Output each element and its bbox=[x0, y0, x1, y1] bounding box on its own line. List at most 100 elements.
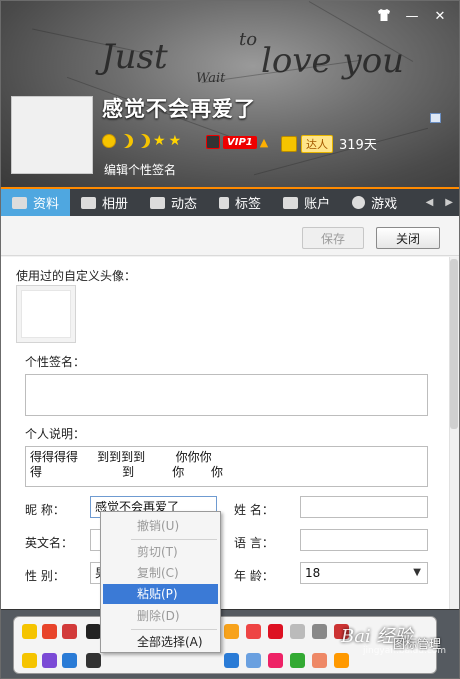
emoji-icon[interactable] bbox=[42, 624, 57, 639]
decor-word: love you bbox=[261, 41, 405, 81]
emoji-icon[interactable] bbox=[268, 653, 283, 668]
nickname-label: 昵 称： bbox=[25, 503, 65, 517]
emoji-icon[interactable] bbox=[290, 624, 305, 639]
menu-separator bbox=[131, 539, 217, 540]
close-button[interactable]: ✕ bbox=[431, 9, 449, 25]
clover-icon[interactable] bbox=[290, 653, 305, 668]
tab-label: 资料 bbox=[33, 197, 60, 212]
tab-label: 游戏 bbox=[371, 197, 398, 212]
surname-field[interactable] bbox=[300, 496, 428, 518]
close-dialog-button[interactable]: 关闭 bbox=[376, 227, 440, 249]
days-count: 319天 bbox=[339, 138, 377, 153]
tab-tags[interactable]: 标签 bbox=[208, 189, 272, 216]
sun-icon bbox=[102, 134, 116, 148]
language-field[interactable] bbox=[300, 529, 428, 551]
mail-icon[interactable] bbox=[246, 653, 261, 668]
wallet-icon bbox=[283, 196, 299, 209]
emoji-icon[interactable] bbox=[268, 624, 283, 639]
emoji-icon[interactable] bbox=[312, 653, 327, 668]
vip-label: VIP1 bbox=[223, 135, 257, 149]
emoji-icon[interactable] bbox=[246, 624, 261, 639]
photo-icon bbox=[81, 196, 97, 209]
toolbar: 保存 关闭 bbox=[1, 216, 459, 256]
edit-signature-link[interactable]: 编辑个性签名 bbox=[104, 161, 176, 178]
list-icon bbox=[150, 196, 166, 209]
menu-item-paste[interactable]: 粘贴(P) bbox=[103, 584, 218, 604]
signature-input[interactable] bbox=[25, 374, 428, 416]
emoji-icon[interactable] bbox=[62, 624, 77, 639]
desc-input[interactable]: 得得得得 到到到到 你你你 得 到 你 你 bbox=[25, 446, 428, 487]
shirt-icon[interactable] bbox=[375, 9, 393, 25]
save-button[interactable]: 保存 bbox=[302, 227, 364, 249]
used-avatar-label: 使用过的自定义头像： bbox=[16, 269, 137, 283]
profile-form: 使用过的自定义头像： 个性签名： 个人说明： 得得得得 到到到到 你你你 得 到… bbox=[1, 257, 449, 609]
level-icons: ★ ★ bbox=[102, 134, 181, 148]
emoji-icon[interactable] bbox=[42, 653, 57, 668]
bookmark-icon bbox=[219, 196, 230, 209]
small-window-icon[interactable] bbox=[430, 113, 441, 123]
emoji-icon[interactable] bbox=[224, 624, 239, 639]
signature-label: 个性签名： bbox=[25, 355, 86, 369]
tab-account[interactable]: 账户 bbox=[272, 189, 341, 216]
tab-label: 账户 bbox=[304, 197, 331, 212]
emoji-icon[interactable] bbox=[86, 624, 101, 639]
surname-label: 姓 名： bbox=[234, 503, 274, 517]
decor-word: Just bbox=[101, 37, 168, 77]
icon-manage-link[interactable]: 图标管理 bbox=[393, 635, 441, 652]
age-select[interactable]: 18 bbox=[300, 562, 428, 584]
decor-word: to bbox=[239, 29, 258, 50]
chevron-left-icon[interactable]: ◀ bbox=[426, 197, 434, 208]
bottom-icon-area: Bai 经验 jingyan.baidu.com 图标管理 bbox=[1, 609, 459, 678]
emoji-icon[interactable] bbox=[86, 653, 101, 668]
tab-games[interactable]: 游戏 bbox=[341, 189, 408, 216]
decor-word: Wait bbox=[196, 71, 226, 86]
emoji-icon[interactable] bbox=[224, 653, 239, 668]
menu-item-delete[interactable]: 删除(D) bbox=[103, 606, 218, 626]
game-icon bbox=[352, 196, 366, 209]
minimize-button[interactable]: — bbox=[403, 9, 421, 25]
desc-label: 个人说明： bbox=[25, 427, 86, 441]
used-avatar-thumb[interactable] bbox=[16, 285, 76, 343]
header-nickname: 感觉不会再爱了 bbox=[102, 97, 256, 121]
avatar[interactable] bbox=[11, 96, 93, 174]
up-arrow-icon: ▲ bbox=[259, 135, 269, 149]
tab-scroll-arrows: ◀ ▶ bbox=[426, 189, 459, 216]
tab-label: 相册 bbox=[102, 197, 129, 212]
star-icon: ★ bbox=[153, 133, 166, 149]
vip-badge[interactable]: VIP1 ▲ bbox=[206, 135, 268, 149]
tab-label: 标签 bbox=[235, 197, 262, 212]
profile-card-icon bbox=[12, 196, 27, 209]
scrollbar-thumb[interactable] bbox=[450, 259, 458, 429]
language-label: 语 言： bbox=[234, 536, 274, 550]
window-controls: — ✕ bbox=[375, 9, 449, 25]
moon-icon bbox=[119, 134, 133, 148]
age-label: 年 龄： bbox=[234, 569, 274, 583]
star-icon: ★ bbox=[168, 133, 182, 149]
chevron-right-icon[interactable]: ▶ bbox=[445, 197, 453, 208]
daren-badge[interactable]: 达人 319天 bbox=[281, 134, 377, 153]
emoji-icon[interactable] bbox=[312, 624, 327, 639]
tab-profile[interactable]: 资料 bbox=[1, 189, 71, 216]
menu-item-undo[interactable]: 撤销(U) bbox=[103, 516, 218, 536]
gender-label: 性 别： bbox=[25, 569, 65, 583]
penguin-icon bbox=[206, 135, 220, 149]
emoji-icon[interactable] bbox=[334, 653, 349, 668]
moon-icon bbox=[136, 134, 150, 148]
tab-album[interactable]: 相册 bbox=[70, 189, 139, 216]
menu-item-cut[interactable]: 剪切(T) bbox=[103, 542, 218, 562]
emoji-icon[interactable] bbox=[62, 653, 77, 668]
profile-window: Just to love you Wait — ✕ 感觉不会再爱了 ★ ★ VI… bbox=[0, 0, 460, 679]
menu-separator bbox=[131, 629, 217, 630]
menu-item-copy[interactable]: 复制(C) bbox=[103, 563, 218, 583]
tab-bar: 资料 相册 动态 标签 账户 游戏 ◀ ▶ bbox=[1, 187, 459, 216]
context-menu: 撤销(U) 剪切(T) 复制(C) 粘贴(P) 删除(D) 全部选择(A) bbox=[100, 511, 221, 653]
diamond-icon[interactable] bbox=[22, 624, 37, 639]
english-name-label: 英文名： bbox=[25, 536, 74, 550]
tab-label: 动态 bbox=[171, 197, 198, 212]
menu-item-select-all[interactable]: 全部选择(A) bbox=[103, 632, 218, 652]
star-icon[interactable] bbox=[22, 653, 37, 668]
age-value: 18 bbox=[305, 566, 321, 580]
daren-icon bbox=[281, 135, 297, 152]
tab-feed[interactable]: 动态 bbox=[139, 189, 208, 216]
daren-label: 达人 bbox=[301, 134, 333, 153]
